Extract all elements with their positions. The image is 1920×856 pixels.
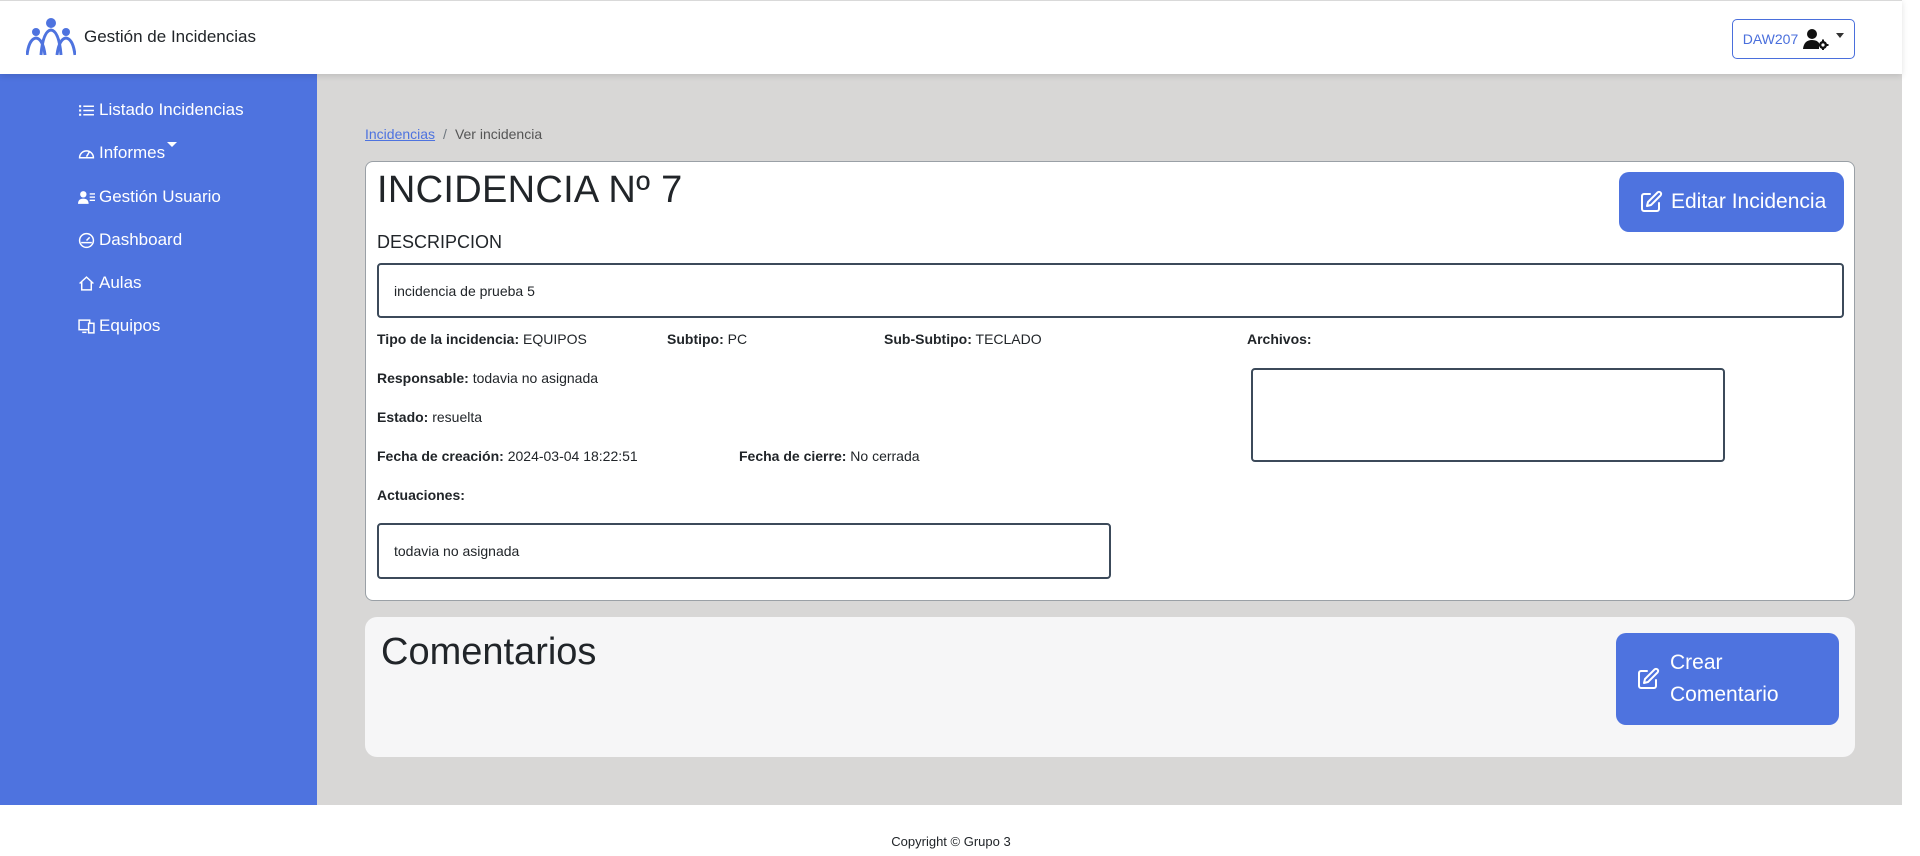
responsable-value: todavia no asignada [472,370,599,386]
subsubtipo-value: TECLADO [975,331,1042,347]
page-title: INCIDENCIA Nº 7 [377,169,683,211]
speedometer-icon [78,232,95,248]
estado-value: resuelta [432,409,483,425]
comments-card: Comentarios Crear Comentario [365,617,1855,757]
estado-field: Estado: resuelta [377,409,482,425]
copyright-text: Copyright © Grupo 3 [891,834,1011,849]
user-label: DAW207 [1742,31,1799,47]
devices-icon [78,318,95,334]
actuaciones-field: Actuaciones: [377,487,465,503]
edit-incident-label: Editar Incidencia [1671,190,1827,213]
scrollbar-track[interactable] [1902,0,1920,856]
tipo-value: EQUIPOS [523,331,587,347]
edit-icon [1638,667,1660,689]
sidebar-item-informes[interactable]: Informes [78,142,178,163]
comments-title: Comentarios [381,631,597,673]
user-menu-button[interactable]: DAW207 [1732,19,1855,59]
breadcrumb: Incidencias / Ver incidencia [365,126,542,142]
list-icon [79,104,94,116]
sidebar-item-listado-incidencias[interactable]: Listado Incidencias [78,100,244,120]
create-comment-button[interactable]: Crear Comentario [1616,633,1839,725]
sidebar: Listado Incidencias Informes Gestión Usu… [0,74,317,805]
sidebar-item-aulas[interactable]: Aulas [78,273,142,293]
edit-icon [1641,190,1663,212]
actuaciones-box: todavia no asignada [377,523,1111,579]
sidebar-item-label: Equipos [99,316,161,335]
fecha-creacion-value: 2024-03-04 18:22:51 [507,448,638,464]
fecha-cierre-label: Fecha de cierre: [739,448,847,464]
chevron-down-icon [1836,32,1845,38]
create-comment-label: Crear Comentario [1670,651,1779,706]
tipo-field: Tipo de la incidencia: EQUIPOS [377,331,587,347]
subsubtipo-label: Sub-Subtipo: [884,331,972,347]
files-box [1251,368,1725,462]
sidebar-item-label: Dashboard [99,230,183,249]
edit-incident-button[interactable]: Editar Incidencia [1619,172,1844,232]
user-list-icon [78,190,95,204]
house-icon [79,275,94,291]
actuaciones-label: Actuaciones: [377,487,465,503]
description-box: incidencia de prueba 5 [377,263,1844,318]
archivos-field: Archivos: [1247,331,1312,347]
sidebar-item-label: Gestión Usuario [99,187,221,206]
sidebar-item-equipos[interactable]: Equipos [78,316,160,336]
subtipo-value: PC [727,331,748,347]
description-label: DESCRIPCION [377,232,503,252]
fecha-cierre-value: No cerrada [850,448,920,464]
caret-down-icon [167,142,178,147]
breadcrumb-separator: / [443,126,447,142]
user-gear-icon [1803,29,1829,50]
fecha-creacion-field: Fecha de creación: 2024-03-04 18:22:51 [377,448,638,464]
subtipo-field: Subtipo: PC [667,331,747,347]
archivos-label: Archivos: [1247,331,1312,347]
fecha-creacion-label: Fecha de creación: [377,448,504,464]
estado-label: Estado: [377,409,429,425]
sidebar-item-gestion-usuario[interactable]: Gestión Usuario [78,187,221,207]
sidebar-item-label: Aulas [99,273,142,292]
sidebar-item-label: Listado Incidencias [99,100,244,119]
fecha-cierre-field: Fecha de cierre: No cerrada [739,448,920,464]
people-logo-icon [26,18,76,56]
tipo-label: Tipo de la incidencia: [377,331,520,347]
top-navbar: Gestión de Incidencias DAW207 [0,0,1902,74]
gauge-icon [78,149,95,158]
subtipo-label: Subtipo: [667,331,724,347]
subsubtipo-field: Sub-Subtipo: TECLADO [884,331,1042,347]
sidebar-item-label: Informes [99,142,178,163]
breadcrumb-link-incidencias[interactable]: Incidencias [365,126,435,142]
brand-name: Gestión de Incidencias [84,27,256,46]
breadcrumb-current: Ver incidencia [454,126,543,142]
incident-card: INCIDENCIA Nº 7 Editar Incidencia DESCRI… [365,161,1855,601]
brand-link[interactable]: Gestión de Incidencias [26,17,256,57]
responsable-field: Responsable: todavia no asignada [377,370,598,386]
sidebar-item-dashboard[interactable]: Dashboard [78,230,182,250]
footer: Copyright © Grupo 3 [0,805,1902,856]
responsable-label: Responsable: [377,370,469,386]
